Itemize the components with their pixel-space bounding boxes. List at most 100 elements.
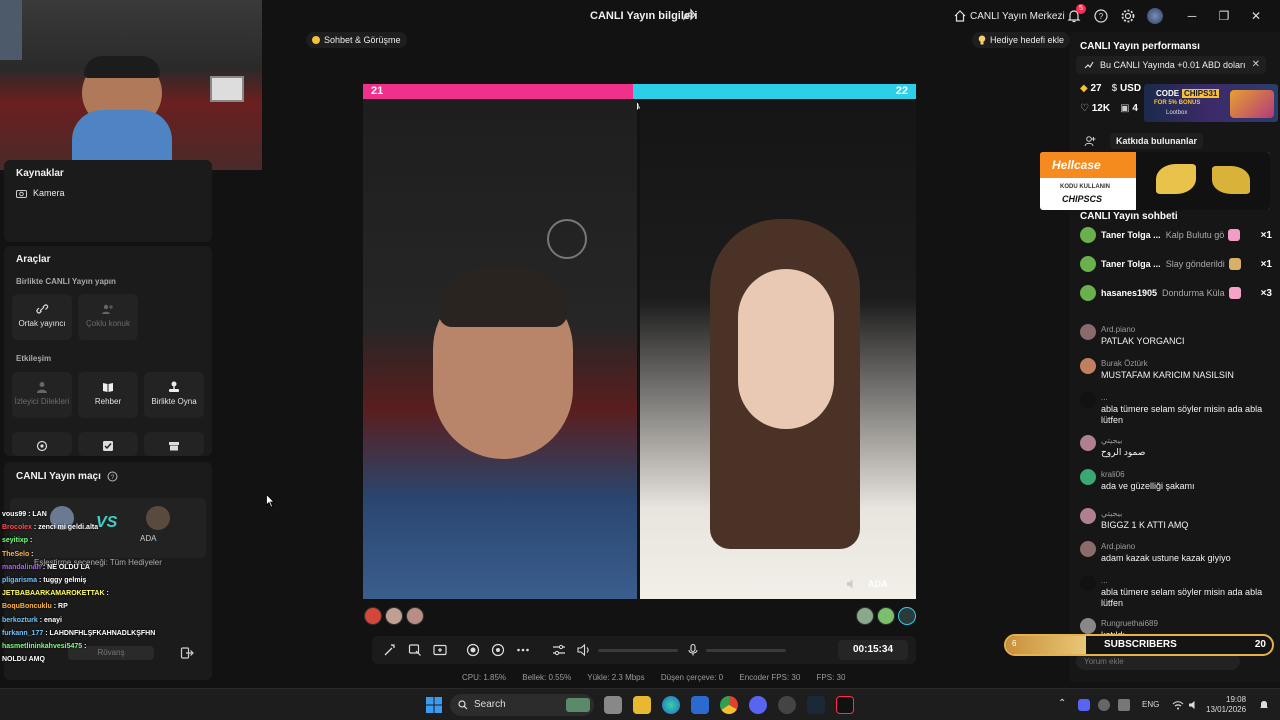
live-chat-title: CANLI Yayın sohbeti: [1080, 211, 1178, 222]
opp-supporter-avatar-1[interactable]: [856, 607, 874, 625]
gift-user-avatar: [1080, 256, 1096, 272]
profile-avatar[interactable]: [1147, 8, 1163, 24]
subscribers-goal: 20: [1254, 639, 1266, 650]
store-icon[interactable]: [691, 696, 709, 714]
hellcase-art: [1136, 152, 1270, 210]
opp-supporter-avatar-2[interactable]: [877, 607, 895, 625]
microphone-icon[interactable]: [686, 643, 700, 657]
discord-icon[interactable]: [749, 696, 767, 714]
windows-taskbar: Search ⌃ ENG 19:08 13/01/2026: [0, 688, 1280, 720]
svg-text:?: ?: [111, 474, 115, 481]
contributors-label: Katkıda bulunanlar: [1116, 136, 1198, 146]
gift-count: ×1: [1260, 258, 1272, 270]
tray-app2-icon[interactable]: [1118, 699, 1130, 711]
clock-time: 19:08: [1226, 695, 1247, 704]
chips-ad-line1: CODE: [1156, 89, 1180, 98]
layout-icon[interactable]: [408, 643, 422, 657]
likes-count: 12K: [1091, 103, 1111, 114]
hellcase-line1: KODU KULLANIN: [1060, 184, 1110, 190]
box-tool-button[interactable]: [144, 432, 204, 456]
tiktok-live-icon[interactable]: [836, 696, 854, 714]
volume-slider[interactable]: [598, 649, 678, 652]
screen-add-icon[interactable]: [433, 643, 447, 657]
opp-supporter-avatar-3[interactable]: [898, 607, 916, 625]
sliders-icon[interactable]: [552, 643, 566, 657]
supporter-avatar-3[interactable]: [406, 607, 424, 625]
box-icon: [169, 442, 179, 451]
stat-upload: Yükle: 2.3 Mbps: [587, 673, 645, 682]
chips-ad-line2: FOR 5% BONUS: [1154, 100, 1201, 106]
hellcase-art-shape2: [1212, 166, 1250, 194]
microphone-slider[interactable]: [706, 649, 786, 652]
battle-score-bar: 21 22: [363, 84, 916, 99]
maximize-icon[interactable]: ❐: [1216, 8, 1232, 24]
close-icon[interactable]: ✕: [1248, 8, 1264, 24]
chrome-icon[interactable]: [720, 696, 738, 714]
effects-icon[interactable]: [491, 643, 505, 657]
magic-wand-icon[interactable]: [383, 643, 397, 657]
webcam-feed: [0, 0, 262, 170]
play-together-button[interactable]: Birlikte Oyna: [144, 372, 204, 418]
gift-icon: ▣: [1120, 103, 1133, 114]
minimize-icon[interactable]: ─: [1184, 8, 1200, 24]
wifi-icon[interactable]: [1172, 699, 1184, 711]
overlay-chat-user: mandalinah: [2, 563, 41, 571]
close-icon[interactable]: ✕: [1252, 56, 1260, 74]
camera-icon: [16, 189, 27, 198]
help-icon[interactable]: ?: [1093, 8, 1109, 24]
more-options-icon[interactable]: [516, 643, 530, 657]
co-host-label: Ortak yayıncı: [18, 319, 66, 328]
gift-count: ×1: [1260, 229, 1272, 241]
tray-app-icon[interactable]: [1098, 699, 1110, 711]
overlay-chat-line: vous99 : LAN: [2, 508, 202, 521]
taskbar-search[interactable]: Search: [450, 694, 594, 716]
task-view-icon[interactable]: [604, 696, 622, 714]
multi-guest-button[interactable]: Çoklu konuk: [78, 294, 138, 340]
tray-discord-icon[interactable]: [1078, 699, 1090, 711]
language-indicator[interactable]: ENG: [1142, 700, 1159, 709]
system-clock[interactable]: 19:08 13/01/2026: [1206, 695, 1246, 715]
volume-tray-icon[interactable]: [1188, 699, 1200, 711]
live-center-button[interactable]: CANLI Yayın Merkezi: [954, 8, 1065, 24]
gift-row[interactable]: hasanes1905 Dondurma Küla ×3: [1080, 284, 1276, 302]
record-icon[interactable]: [466, 643, 480, 657]
volume-icon[interactable]: [577, 643, 591, 657]
co-host-button[interactable]: Ortak yayıncı: [12, 294, 72, 340]
book-icon: [103, 383, 113, 392]
earnings-banner: Bu CANLI Yayında +0.01 ABD doları ✕: [1076, 56, 1266, 74]
chat-call-chip[interactable]: Sohbet & Görüşme: [306, 32, 407, 48]
multi-guest-label: Çoklu konuk: [85, 319, 131, 328]
chat-text: adam kazak ustune kazak giyiyo: [1101, 553, 1231, 563]
help-icon[interactable]: ?: [107, 471, 118, 482]
share-icon[interactable]: [682, 8, 696, 22]
user-add-icon[interactable]: [1084, 135, 1096, 147]
overlay-chat-user: JETBABAARKAMAROKETTAK: [2, 590, 105, 598]
obs-icon[interactable]: [778, 696, 796, 714]
file-explorer-icon[interactable]: [633, 696, 651, 714]
tray-chevron-icon[interactable]: ⌃: [1058, 698, 1066, 709]
goal-tool-button[interactable]: [12, 432, 72, 456]
guide-button[interactable]: Rehber: [78, 372, 138, 418]
chat-username: بيجيتي: [1101, 509, 1123, 518]
windows-start-icon[interactable]: [426, 697, 442, 713]
chat-avatar: [1080, 469, 1096, 485]
hellcase-ad-banner[interactable]: Hellcase KODU KULLANIN CHIPSCS: [1040, 152, 1270, 210]
edge-icon[interactable]: [662, 696, 680, 714]
supporter-avatar-1[interactable]: [364, 607, 382, 625]
gift-row[interactable]: Taner Tolga ... Kalp Bulutu gö ×1: [1080, 226, 1276, 244]
gift-goal-chip[interactable]: Hediye hedefi ekle: [972, 32, 1071, 48]
steam-icon[interactable]: [807, 696, 825, 714]
gift-row[interactable]: Taner Tolga ... Slay gönderildi ×1: [1080, 255, 1276, 273]
speaker-muted-icon[interactable]: [846, 578, 858, 590]
chat-username: Burak Öztürk: [1101, 359, 1148, 368]
contributors-button[interactable]: Katkıda bulunanlar: [1110, 133, 1204, 149]
camera-source[interactable]: Kamera: [16, 188, 65, 198]
poll-tool-button[interactable]: [78, 432, 138, 456]
gear-icon[interactable]: [1120, 8, 1136, 24]
opponent-video-face: [738, 269, 834, 429]
viewer-requests-button[interactable]: İzleyici Dilekleri: [12, 372, 72, 418]
chips-ad-banner[interactable]: CODE CHIPS31 FOR 5% BONUS Lootbox: [1144, 84, 1278, 122]
stat-fps: FPS: 30: [816, 673, 846, 682]
notification-center-icon[interactable]: [1258, 699, 1270, 711]
supporter-avatar-2[interactable]: [385, 607, 403, 625]
